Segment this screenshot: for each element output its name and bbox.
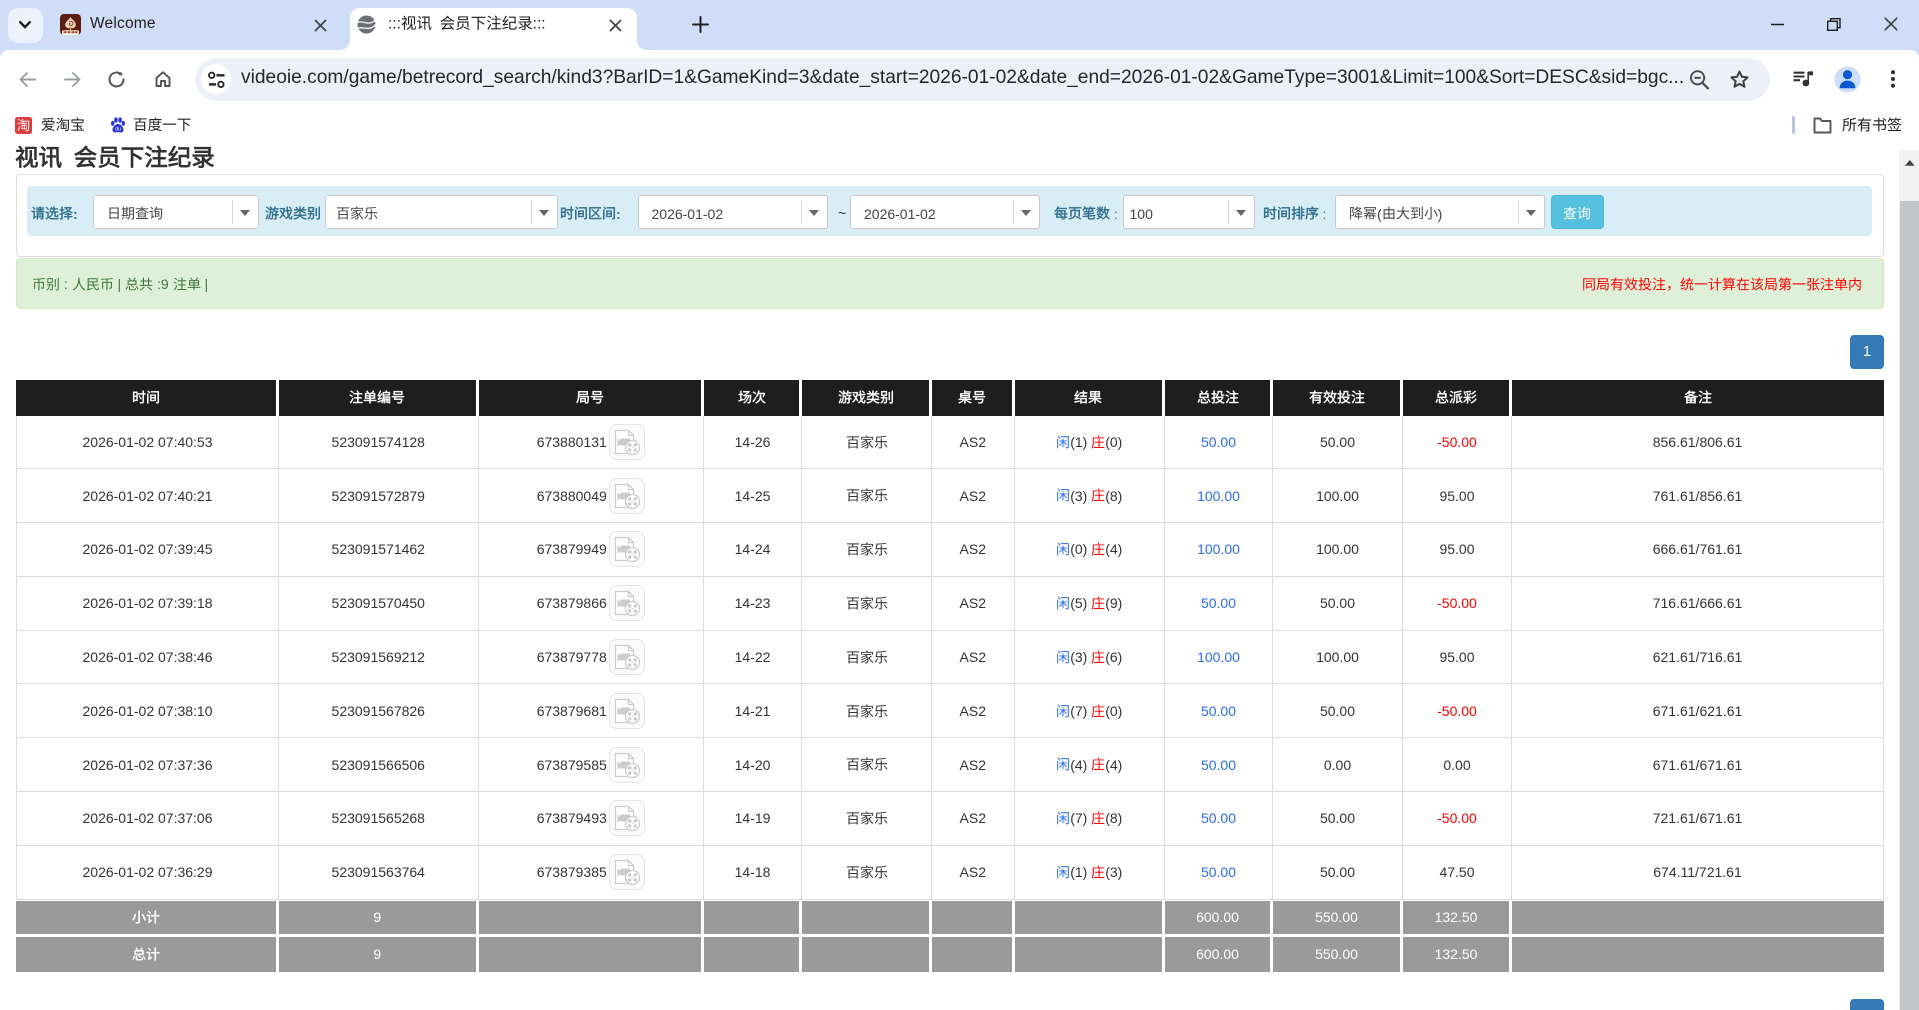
svg-text:du: du	[115, 126, 121, 132]
